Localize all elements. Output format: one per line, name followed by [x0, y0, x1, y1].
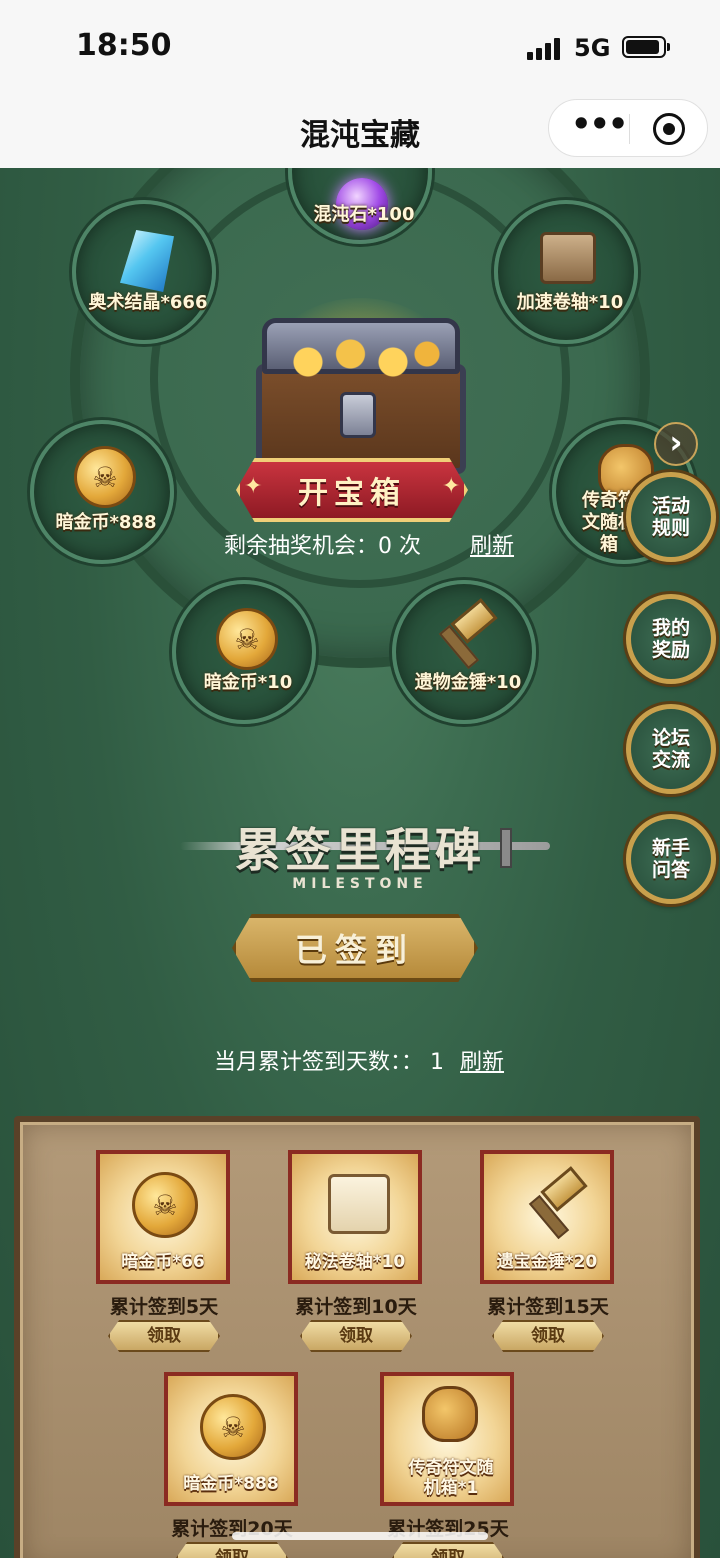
- reward-card: ☠ 暗金币*888: [164, 1372, 298, 1506]
- chest-lock-icon: [340, 392, 376, 438]
- side-btn-label: 活动规则: [651, 495, 690, 539]
- more-icon[interactable]: •••: [571, 108, 628, 142]
- dark-coin-icon: ☠: [132, 1172, 198, 1238]
- mini-program-capsule: •••: [548, 99, 708, 157]
- reward-name: 秘法卷轴*10: [304, 1252, 406, 1272]
- arcane-crystal-icon: [120, 230, 174, 292]
- speed-scroll-icon: [540, 232, 596, 284]
- side-btn-label: 论坛交流: [651, 727, 690, 771]
- claim-button[interactable]: 领取: [176, 1542, 288, 1558]
- prize-label: 遗物金锤*10: [414, 672, 522, 693]
- reward-day: 累计签到5天: [109, 1296, 219, 1318]
- reward-name: 传奇符文随机箱*1: [408, 1458, 494, 1498]
- milestone-title: 累签里程碑: [235, 823, 485, 877]
- status-bar: 18:50 5G: [0, 0, 720, 96]
- capsule-divider: [629, 114, 630, 144]
- prize-label: 奥术结晶*666: [88, 292, 208, 313]
- reward-card: ☠ 暗金币*66: [96, 1150, 230, 1284]
- signed-in-button[interactable]: 已签到: [232, 914, 478, 982]
- monthly-signin-count: 当月累计签到天数：： 1: [214, 1044, 444, 1076]
- reward-name: 暗金币*888: [183, 1474, 279, 1494]
- prize-relic-hammer: 遗物金锤*10: [392, 580, 536, 724]
- prize-speed-scroll: 加速卷轴*10: [494, 200, 638, 344]
- prize-label: 暗金币*10: [203, 672, 293, 693]
- chevron-right-icon[interactable]: ›: [654, 422, 698, 466]
- game-area: 混沌石*100 奥术结晶*666 加速卷轴*10 ☠ 暗金币*888 传奇符文随…: [0, 168, 720, 1558]
- sparkle-icon: ✦: [244, 474, 263, 499]
- activity-rules-button[interactable]: 活动规则: [626, 472, 716, 562]
- prize-dark-coin: ☠ 暗金币*10: [172, 580, 316, 724]
- refresh-signin-link[interactable]: 刷新: [460, 1044, 504, 1076]
- chest-coins: [274, 338, 444, 378]
- battery-icon: [622, 36, 670, 58]
- mystic-scroll-icon: [328, 1174, 390, 1234]
- dark-coin-icon: ☠: [216, 608, 278, 670]
- remaining-count: 0: [378, 534, 393, 559]
- reward-card: 遗宝金锤*20: [480, 1150, 614, 1284]
- reward-day: 累计签到10天: [295, 1296, 417, 1318]
- claim-button[interactable]: 领取: [492, 1320, 604, 1352]
- side-btn-label: 我的奖励: [651, 617, 690, 661]
- month-label: 当月累计签到天数：：: [214, 1050, 424, 1075]
- rune-bag-icon: [422, 1386, 478, 1442]
- remaining-chances: 剩余抽奖机会：0 次: [224, 528, 421, 560]
- title-bar: 混沌宝藏 •••: [0, 96, 720, 168]
- claim-button[interactable]: 领取: [392, 1542, 504, 1558]
- reward-day: 累计签到15天: [487, 1296, 609, 1318]
- reward-card: 传奇符文随机箱*1: [380, 1372, 514, 1506]
- home-indicator: [232, 1532, 488, 1540]
- coin-pile-icon: ☠: [74, 446, 136, 508]
- refresh-chances-link[interactable]: 刷新: [470, 528, 514, 560]
- status-time: 18:50: [76, 28, 172, 63]
- claim-button[interactable]: 领取: [108, 1320, 220, 1352]
- remaining-unit: 次: [399, 534, 422, 559]
- prize-label: 混沌石*100: [313, 204, 415, 225]
- prize-arcane-crystal: 奥术结晶*666: [72, 200, 216, 344]
- milestone-rewards-panel: ☠ 暗金币*66 累计签到5天 领取 秘法卷轴*10 累计签到10天 领取 遗宝…: [14, 1116, 700, 1558]
- open-chest-button[interactable]: 开宝箱: [236, 458, 468, 522]
- forum-button[interactable]: 论坛交流: [626, 704, 716, 794]
- prize-coin-pile: ☠ 暗金币*888: [30, 420, 174, 564]
- milestone-subtitle: MILESTONE: [292, 876, 428, 892]
- network-label: 5G: [574, 34, 611, 62]
- sparkle-icon: ✦: [442, 474, 461, 499]
- dark-coin-icon: ☠: [200, 1394, 266, 1460]
- reward-name: 暗金币*66: [121, 1252, 205, 1272]
- remaining-label: 剩余抽奖机会：: [224, 534, 379, 559]
- prize-label: 加速卷轴*10: [516, 292, 624, 313]
- reward-name: 遗宝金锤*20: [496, 1252, 598, 1272]
- reward-card: 秘法卷轴*10: [288, 1150, 422, 1284]
- prize-label: 暗金币*888: [55, 512, 157, 533]
- month-days: 1: [430, 1050, 445, 1075]
- signal-icon: [527, 38, 565, 60]
- close-mini-program-icon[interactable]: [653, 113, 685, 145]
- my-rewards-button[interactable]: 我的奖励: [626, 594, 716, 684]
- claim-button[interactable]: 领取: [300, 1320, 412, 1352]
